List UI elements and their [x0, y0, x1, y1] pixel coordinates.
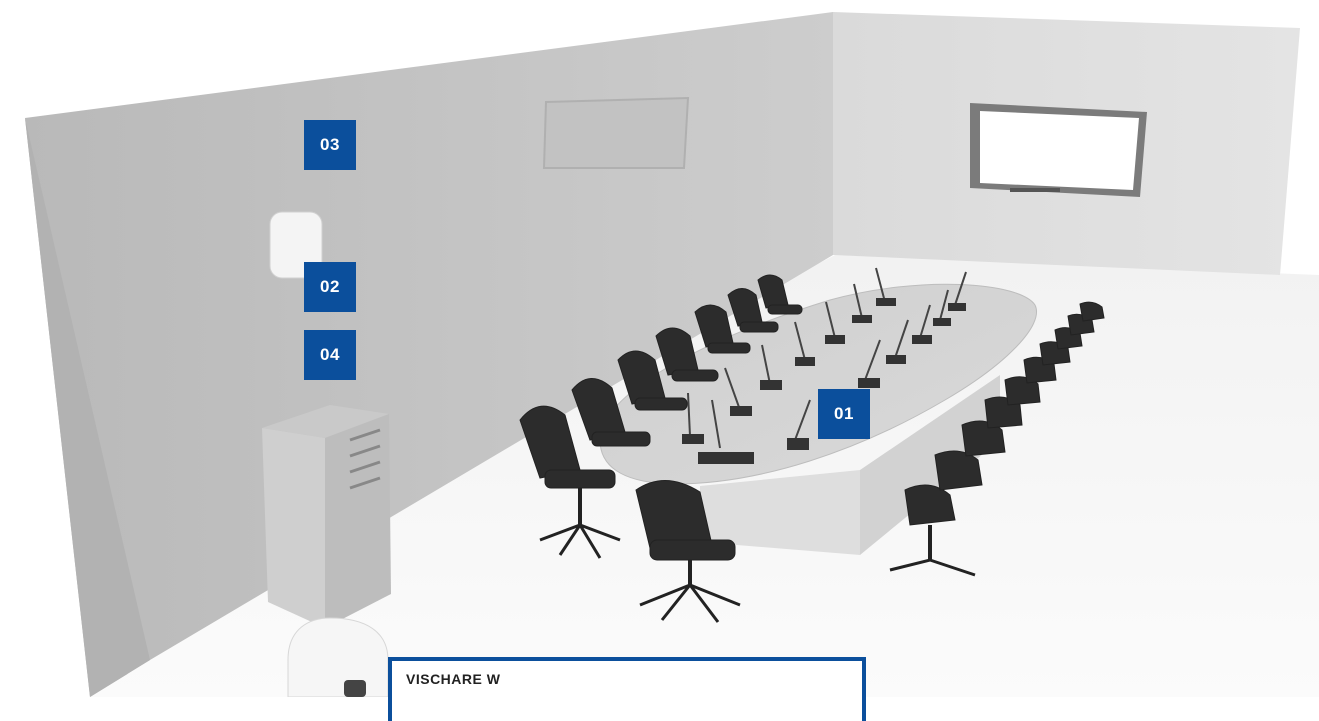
- hotspot-marker-04[interactable]: 04: [304, 330, 356, 380]
- product-info-panel: VISCHARE W: [388, 657, 866, 721]
- wall-display: [970, 103, 1147, 197]
- hotspot-marker-01[interactable]: 01: [818, 389, 870, 439]
- conference-room-illustration: [0, 12, 1319, 697]
- wall-panel: [542, 96, 690, 169]
- hotspot-marker-03[interactable]: 03: [304, 120, 356, 170]
- ceiling-device: [287, 617, 389, 697]
- product-info-title: VISCHARE W: [406, 671, 501, 687]
- speaker-lectern: [262, 405, 391, 628]
- hotspot-marker-02[interactable]: 02: [304, 262, 356, 312]
